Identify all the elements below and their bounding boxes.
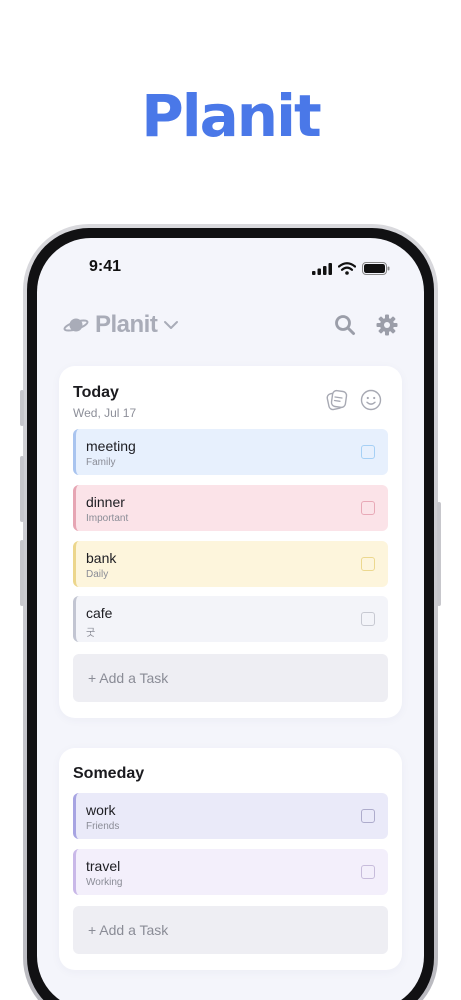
chevron-down-icon	[164, 321, 179, 329]
hero-title: Planit	[141, 82, 321, 150]
task-checkbox[interactable]	[361, 612, 375, 626]
task-item[interactable]: bank Daily	[73, 541, 388, 587]
task-tag: Important	[86, 513, 129, 524]
task-checkbox[interactable]	[361, 865, 375, 879]
app-screen: 9:41 Planit Today Wed, Jul 17 meeting Fa…	[37, 238, 424, 1000]
app-header: Planit	[63, 310, 398, 340]
sticker-icon[interactable]	[326, 389, 348, 411]
task-tag: Friends	[86, 821, 120, 832]
someday-title: Someday	[73, 765, 145, 782]
today-date: Wed, Jul 17	[73, 406, 137, 420]
signal-icon	[312, 262, 332, 275]
today-card: Today Wed, Jul 17 meeting Family dinner …	[59, 366, 402, 718]
task-item[interactable]: cafe 굿	[73, 596, 388, 642]
status-icons	[312, 262, 390, 275]
task-tag: Working	[86, 877, 123, 888]
task-checkbox[interactable]	[361, 501, 375, 515]
search-icon[interactable]	[334, 314, 356, 336]
phone-frame: 9:41 Planit Today Wed, Jul 17 meeting Fa…	[20, 224, 441, 1000]
task-item[interactable]: dinner Important	[73, 485, 388, 531]
task-item[interactable]: work Friends	[73, 793, 388, 839]
task-name: meeting	[86, 438, 136, 454]
task-name: dinner	[86, 494, 125, 510]
task-name: travel	[86, 858, 121, 874]
status-bar: 9:41	[37, 258, 424, 282]
status-time: 9:41	[89, 258, 122, 275]
add-task-button-today[interactable]: + Add a Task	[73, 654, 388, 702]
someday-card: Someday work Friends travel Working + Ad…	[59, 748, 402, 970]
add-task-button-someday[interactable]: + Add a Task	[73, 906, 388, 954]
phone-volume-down-button	[20, 540, 24, 606]
wifi-icon	[338, 262, 356, 275]
app-name: Planit	[95, 311, 158, 338]
task-item[interactable]: meeting Family	[73, 429, 388, 475]
gear-icon[interactable]	[376, 314, 398, 336]
task-item[interactable]: travel Working	[73, 849, 388, 895]
task-checkbox[interactable]	[361, 809, 375, 823]
task-checkbox[interactable]	[361, 445, 375, 459]
phone-volume-up-button	[20, 456, 24, 522]
task-name: work	[86, 802, 116, 818]
phone-side-button	[20, 390, 24, 426]
today-title: Today	[73, 384, 119, 401]
phone-power-button	[437, 502, 441, 606]
phone-bezel: 9:41 Planit Today Wed, Jul 17 meeting Fa…	[27, 228, 434, 1000]
planet-icon	[63, 318, 89, 332]
task-tag: Family	[86, 457, 116, 468]
smiley-icon[interactable]	[360, 389, 382, 411]
app-title-dropdown[interactable]: Planit	[63, 311, 179, 339]
task-tag: 굿	[86, 628, 96, 639]
battery-icon	[362, 262, 390, 275]
task-name: bank	[86, 550, 117, 566]
task-name: cafe	[86, 605, 113, 621]
task-checkbox[interactable]	[361, 557, 375, 571]
task-tag: Daily	[86, 569, 109, 580]
